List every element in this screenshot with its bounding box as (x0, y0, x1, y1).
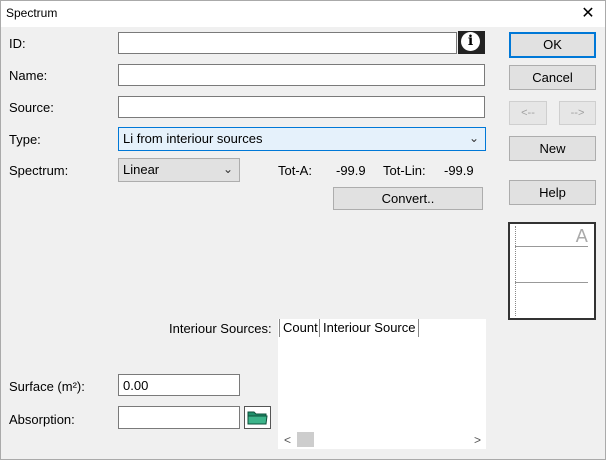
horizontal-scrollbar-thumb[interactable] (297, 432, 314, 447)
chevron-down-icon: ⌄ (468, 131, 479, 145)
column-header-count[interactable]: Count (279, 319, 320, 337)
tot-lin-label: Tot-Lin: (383, 163, 426, 178)
close-icon[interactable]: ✕ (577, 3, 599, 25)
tot-a-label: Tot-A: (278, 163, 312, 178)
name-label: Name: (9, 68, 48, 83)
browse-button[interactable] (244, 406, 271, 429)
folder-icon (247, 411, 268, 425)
chevron-down-icon: ⌄ (222, 162, 233, 176)
id-label: ID: (9, 36, 26, 51)
spectrum-label: Spectrum: (9, 163, 69, 178)
interior-sources-list[interactable]: Count Interiour Source < > (278, 319, 486, 449)
tot-lin-value: -99.9 (444, 163, 474, 178)
tot-a-value: -99.9 (336, 163, 366, 178)
id-input[interactable] (118, 32, 457, 54)
ok-button[interactable]: OK (509, 32, 596, 58)
absorption-input[interactable] (118, 406, 240, 429)
preview-letter: A (575, 226, 588, 247)
window-title: Spectrum (6, 6, 58, 20)
interior-sources-label: Interiour Sources: (169, 321, 272, 336)
scroll-right-icon[interactable]: > (474, 433, 481, 447)
type-select-value: Li from interiour sources (123, 131, 263, 146)
scroll-left-icon[interactable]: < (284, 433, 291, 447)
next-button[interactable]: --> (559, 101, 596, 125)
surface-input[interactable] (118, 374, 240, 396)
column-header-interior-source[interactable]: Interiour Source (320, 319, 419, 337)
source-input[interactable] (118, 96, 485, 118)
type-label: Type: (9, 132, 41, 147)
spectrum-select[interactable]: Linear ⌄ (118, 158, 240, 182)
new-button[interactable]: New (509, 136, 596, 161)
spectrum-select-value: Linear (123, 162, 160, 177)
info-button[interactable]: i (458, 31, 485, 54)
spectrum-preview[interactable]: A (508, 222, 596, 320)
source-label: Source: (9, 100, 54, 115)
absorption-label: Absorption: (9, 412, 75, 427)
help-button[interactable]: Help (509, 180, 596, 205)
type-select[interactable]: Li from interiour sources ⌄ (118, 127, 486, 151)
title-bar: Spectrum ✕ (1, 1, 605, 27)
previous-button[interactable]: <-- (509, 101, 547, 125)
convert-button[interactable]: Convert.. (333, 187, 483, 210)
preview-line-middle (515, 282, 588, 283)
surface-label: Surface (m²): (9, 379, 85, 394)
name-input[interactable] (118, 64, 485, 86)
info-icon: i (461, 32, 480, 51)
spectrum-dialog: Spectrum ✕ ID: i Name: Source: Type: Li … (0, 0, 606, 460)
cancel-button[interactable]: Cancel (509, 65, 596, 90)
preview-axis (515, 226, 516, 316)
